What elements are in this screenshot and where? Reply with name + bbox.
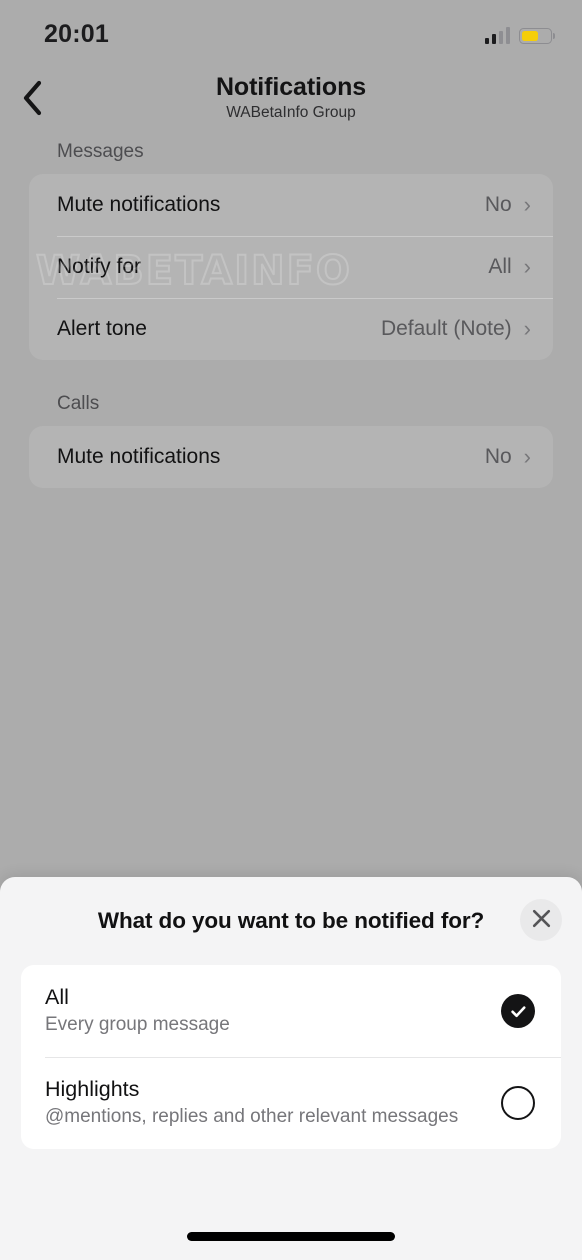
option-title: Highlights	[45, 1077, 140, 1101]
chevron-right-icon: ›	[523, 444, 531, 469]
phone-screen: 20:01 Notifications WABetaInfo Group Mes…	[0, 0, 582, 1260]
option-subtitle: Every group message	[45, 1014, 230, 1035]
option-title: All	[45, 985, 69, 1009]
status-bar-icons	[484, 22, 552, 44]
chevron-right-icon: ›	[523, 192, 531, 217]
navigation-bar: Notifications WABetaInfo Group	[0, 62, 582, 130]
row-label: Mute notifications	[57, 193, 221, 216]
bottom-sheet-title: What do you want to be notified for?	[97, 908, 485, 933]
settings-content: Messages Mute notifications No › Notify …	[0, 130, 582, 488]
option-highlights[interactable]: Highlights @mentions, replies and other …	[21, 1057, 561, 1149]
battery-icon	[519, 28, 552, 44]
messages-settings-card: Mute notifications No › Notify for All ›…	[29, 174, 553, 360]
navigation-titles: Notifications WABetaInfo Group	[0, 72, 582, 123]
row-label: Alert tone	[57, 317, 147, 340]
row-mute-notifications-calls[interactable]: Mute notifications No ›	[29, 426, 553, 488]
row-alert-tone[interactable]: Alert tone Default (Note) ›	[29, 298, 553, 360]
bottom-sheet-header: What do you want to be notified for?	[0, 877, 582, 965]
option-subtitle: @mentions, replies and other relevant me…	[45, 1106, 459, 1127]
status-bar-clock: 20:01	[44, 20, 109, 48]
page-subtitle: WABetaInfo Group	[226, 104, 356, 121]
row-mute-notifications-messages[interactable]: Mute notifications No ›	[29, 174, 553, 236]
notify-for-options-list: All Every group message Highlights @ment…	[21, 965, 561, 1149]
option-text: Highlights @mentions, replies and other …	[45, 1076, 501, 1130]
home-indicator	[187, 1232, 395, 1241]
page-title: Notifications	[215, 73, 367, 101]
chevron-right-icon: ›	[523, 316, 531, 341]
section-calls: Calls Mute notifications No ›	[0, 382, 582, 488]
row-value: No	[484, 445, 512, 468]
option-text: All Every group message	[45, 984, 501, 1038]
chevron-right-icon: ›	[523, 254, 531, 279]
section-header-messages: Messages	[57, 141, 144, 162]
notify-for-bottom-sheet: What do you want to be notified for? All…	[0, 877, 582, 1260]
close-button[interactable]	[520, 899, 562, 941]
option-all[interactable]: All Every group message	[21, 965, 561, 1057]
row-label: Notify for	[57, 255, 142, 278]
row-value: All	[488, 255, 512, 278]
row-value: Default (Note)	[380, 317, 512, 340]
radio-unselected-icon[interactable]	[501, 1086, 535, 1120]
section-messages: Messages Mute notifications No › Notify …	[0, 130, 582, 360]
section-header-calls: Calls	[57, 393, 100, 414]
row-value: No	[484, 193, 512, 216]
status-bar: 20:01	[0, 0, 582, 62]
close-icon	[532, 909, 551, 931]
row-label: Mute notifications	[57, 445, 221, 468]
cellular-signal-icon	[484, 27, 510, 44]
row-notify-for[interactable]: Notify for All ›	[29, 236, 553, 298]
radio-selected-icon[interactable]	[501, 994, 535, 1028]
calls-settings-card: Mute notifications No ›	[29, 426, 553, 488]
